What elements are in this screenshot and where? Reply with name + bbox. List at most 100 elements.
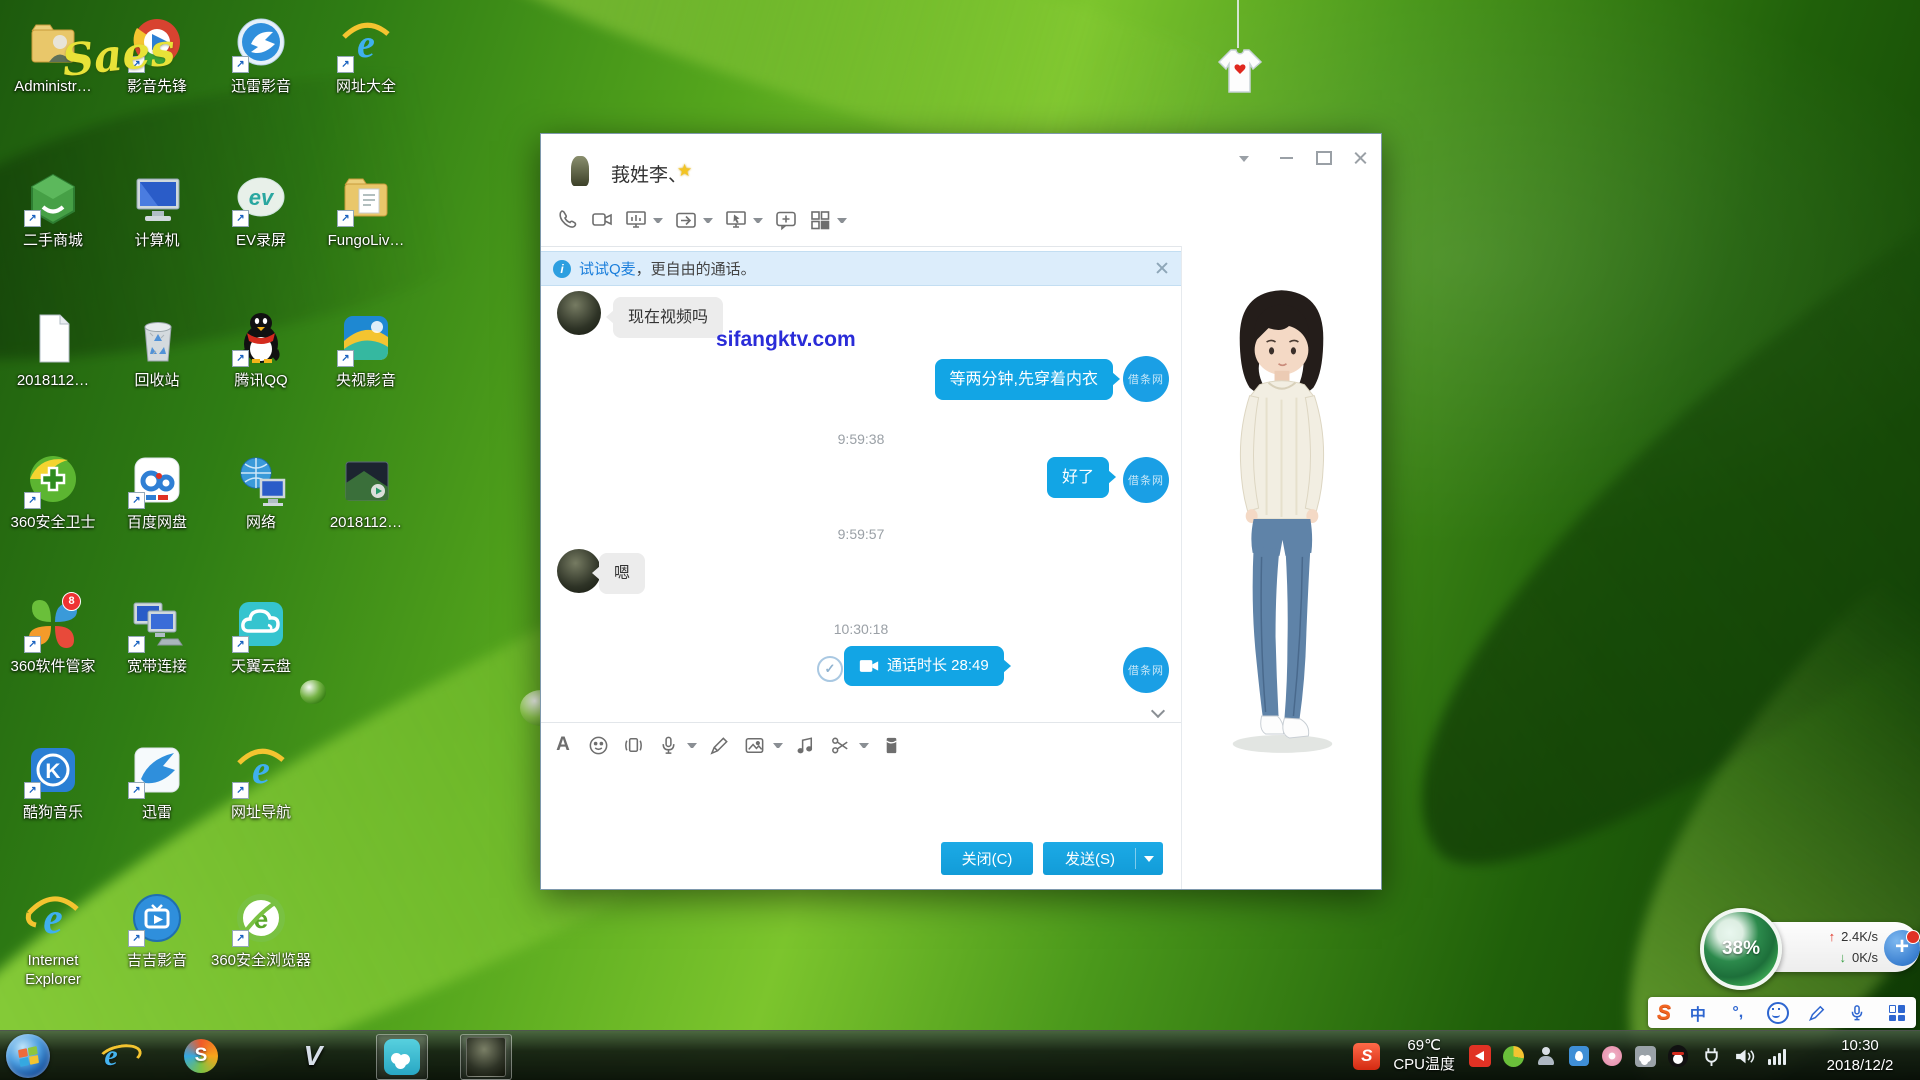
- apps-grid-icon[interactable]: [807, 207, 833, 233]
- tray-cloud-icon[interactable]: [1633, 1044, 1657, 1068]
- tshirt-gadget[interactable]: [1205, 0, 1275, 110]
- self-avatar[interactable]: 借条网: [1123, 457, 1169, 503]
- minimize-button[interactable]: [1273, 148, 1299, 168]
- self-avatar[interactable]: 借条网: [1123, 647, 1169, 693]
- desktop-icon-wangzhidaquan[interactable]: e 网址大全: [313, 14, 419, 97]
- desktop-icon-fungolive[interactable]: FungoLiv…: [313, 168, 419, 251]
- volume-icon[interactable]: [1732, 1044, 1756, 1068]
- close-chat-button[interactable]: 关闭(C): [941, 842, 1033, 875]
- qmic-link[interactable]: 试试Q麦: [579, 258, 636, 279]
- ime-handwriting-icon[interactable]: [1798, 1003, 1836, 1023]
- tray-user-icon[interactable]: [1534, 1044, 1558, 1068]
- taskbar-qq-chat[interactable]: [460, 1034, 512, 1080]
- scroll-to-bottom-icon[interactable]: [1151, 704, 1165, 718]
- desktop-icon-baidu-netdisk[interactable]: 百度网盘: [104, 450, 210, 533]
- window-menu-button[interactable]: [1231, 148, 1257, 168]
- create-group-icon[interactable]: [773, 207, 799, 233]
- maximize-button[interactable]: [1311, 148, 1337, 168]
- desktop-icon-360-software-manager[interactable]: 8 360软件管家: [0, 594, 106, 677]
- tray-power-plug-icon[interactable]: [1699, 1044, 1723, 1068]
- memory-ball[interactable]: 38%: [1700, 908, 1782, 990]
- desktop-icon-360-browser[interactable]: e 360安全浏览器: [208, 888, 314, 971]
- sogou-tray-icon[interactable]: S: [1353, 1043, 1380, 1070]
- video-call-icon[interactable]: [589, 207, 615, 233]
- desktop-icon-video-file[interactable]: 2018112…: [313, 450, 419, 533]
- window-shake-icon[interactable]: [621, 733, 645, 757]
- chevron-down-icon[interactable]: [837, 218, 847, 227]
- chat-watermark: sifangktv.com: [716, 328, 856, 352]
- desktop-icon-tianyi-cloud[interactable]: 天翼云盘: [208, 594, 314, 677]
- sogou-logo-icon[interactable]: S: [1651, 1000, 1677, 1026]
- desktop-icon-kugou-music[interactable]: K 酷狗音乐: [0, 740, 106, 823]
- tray-blue-app-icon[interactable]: [1567, 1044, 1591, 1068]
- remote-desktop-icon[interactable]: [723, 207, 749, 233]
- image-icon[interactable]: [742, 733, 766, 757]
- screenshot-scissors-icon[interactable]: [828, 733, 852, 757]
- desktop-icon-tencent-qq[interactable]: 腾讯QQ: [208, 308, 314, 391]
- close-window-button[interactable]: [1347, 148, 1373, 168]
- desktop-icon-xunlei-player[interactable]: 迅雷影音: [208, 14, 314, 97]
- taskbar-ie[interactable]: e: [86, 1034, 136, 1078]
- chevron-down-icon[interactable]: [859, 743, 869, 752]
- ime-mode-chinese[interactable]: 中: [1679, 1001, 1717, 1025]
- voice-call-icon[interactable]: [555, 207, 581, 233]
- send-file-icon[interactable]: [673, 207, 699, 233]
- chevron-down-icon[interactable]: [753, 218, 763, 227]
- network-signal-icon[interactable]: [1765, 1044, 1789, 1068]
- chevron-down-icon[interactable]: [703, 218, 713, 227]
- tray-megaphone-icon[interactable]: [1468, 1044, 1492, 1068]
- peer-avatar[interactable]: [557, 291, 601, 335]
- red-packet-icon[interactable]: ¥: [879, 733, 903, 757]
- dismiss-notice-icon[interactable]: [1153, 259, 1171, 277]
- vip-star-icon[interactable]: [677, 161, 692, 181]
- desktop-icon-network[interactable]: 网络: [208, 450, 314, 533]
- message-input-area[interactable]: [541, 762, 1181, 842]
- peer-avatar[interactable]: [558, 149, 602, 193]
- ime-voice-icon[interactable]: [1838, 1003, 1876, 1023]
- message-bubble-left: 嗯: [599, 553, 645, 594]
- desktop-icon-360-safeguard[interactable]: 360安全卫士: [0, 450, 106, 533]
- desktop-icon-wangzhidaohang[interactable]: e 网址导航: [208, 740, 314, 823]
- start-button[interactable]: [6, 1034, 50, 1078]
- desktop-icon-textfile[interactable]: 2018112…: [0, 308, 106, 391]
- chevron-down-icon[interactable]: [653, 218, 663, 227]
- emoji-icon[interactable]: [586, 733, 610, 757]
- chevron-down-icon[interactable]: [687, 743, 697, 752]
- tray-flower-icon[interactable]: [1600, 1044, 1624, 1068]
- shortcut-arrow-icon: [232, 782, 249, 799]
- font-style-icon[interactable]: [551, 733, 575, 757]
- send-button[interactable]: 发送(S): [1043, 842, 1163, 875]
- tray-qq-icon[interactable]: [1666, 1044, 1690, 1068]
- send-options-icon[interactable]: [1144, 856, 1154, 867]
- desktop-icon-internet-explorer[interactable]: e Internet Explorer: [0, 888, 106, 990]
- desktop-icon-cctv-video[interactable]: 央视影音: [313, 308, 419, 391]
- sogou-browser-icon: S: [184, 1039, 218, 1073]
- doodle-icon[interactable]: [707, 733, 731, 757]
- chevron-down-icon[interactable]: [773, 743, 783, 752]
- desktop-icon-broadband[interactable]: 宽带连接: [104, 594, 210, 677]
- svg-text:K: K: [45, 760, 60, 783]
- desktop-icon-xunlei[interactable]: 迅雷: [104, 740, 210, 823]
- self-avatar[interactable]: 借条网: [1123, 356, 1169, 402]
- taskbar-cloud-app[interactable]: [376, 1034, 428, 1080]
- sogou-ime-bar[interactable]: S 中 °,: [1648, 997, 1916, 1028]
- shortcut-arrow-icon: [232, 210, 249, 227]
- desktop-icon-ev-recorder[interactable]: ev EV录屏: [208, 168, 314, 251]
- voice-message-icon[interactable]: [656, 733, 680, 757]
- shortcut-arrow-icon: [337, 210, 354, 227]
- taskbar-vagaa[interactable]: V: [288, 1034, 338, 1078]
- taskbar-sogou-browser[interactable]: S: [176, 1034, 226, 1078]
- ime-toolbox-icon[interactable]: [1878, 1005, 1916, 1021]
- desktop-icon-ershoushangcheng[interactable]: 二手商城: [0, 168, 106, 251]
- tray-360-icon[interactable]: [1501, 1044, 1525, 1068]
- message-list: 现在视频吗 sifangktv.com 等两分钟,先穿着内衣 借条网 9:59:…: [541, 284, 1181, 722]
- desktop-icon-jiji-player[interactable]: 吉吉影音: [104, 888, 210, 971]
- taskbar-clock[interactable]: 10:302018/12/2: [1806, 1036, 1914, 1077]
- ime-emoji-icon[interactable]: [1759, 1002, 1797, 1024]
- screen-share-icon[interactable]: [623, 207, 649, 233]
- music-icon[interactable]: [793, 733, 817, 757]
- desktop-icon-computer[interactable]: 计算机: [104, 168, 210, 251]
- ime-punctuation-icon[interactable]: °,: [1719, 1004, 1757, 1022]
- desktop-icon-recycle-bin[interactable]: 回收站: [104, 308, 210, 391]
- accelerate-button[interactable]: [1884, 930, 1920, 966]
